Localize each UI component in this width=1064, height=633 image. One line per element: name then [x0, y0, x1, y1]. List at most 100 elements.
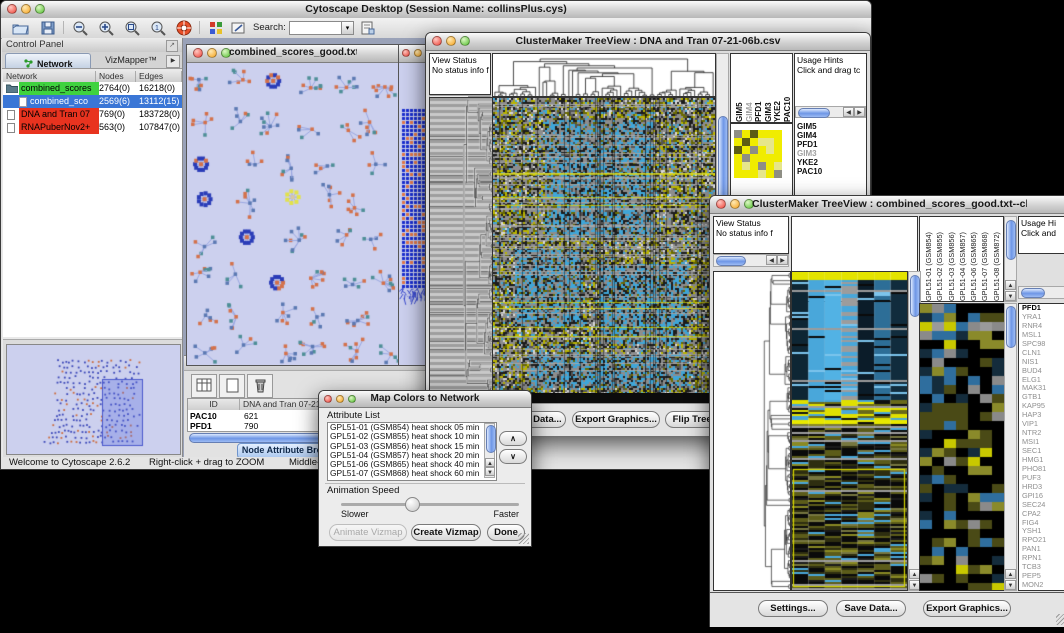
tab-vizmapper[interactable]: VizMapper™ — [94, 53, 168, 68]
vizmap-grid-icon[interactable] — [205, 20, 227, 36]
network-view-canvas[interactable] — [187, 63, 399, 365]
resize-grip[interactable] — [518, 533, 529, 544]
matrix-cell[interactable] — [742, 146, 750, 154]
close-icon[interactable] — [193, 48, 203, 58]
matrix-cell[interactable] — [734, 146, 742, 154]
close-icon[interactable] — [402, 49, 410, 57]
attribute-listbox[interactable]: GPL51-01 (GSM854) heat shock 05 minGPL51… — [327, 422, 497, 481]
tv2-gene-list[interactable]: PFD1YRA1RNR4MSL1SPC98CLN1NIS1BUD4ELG1MAK… — [1018, 303, 1064, 591]
matrix-cell[interactable] — [774, 162, 782, 170]
float-panel-icon[interactable]: ↗ — [166, 40, 178, 52]
matrix-cell[interactable] — [750, 154, 758, 162]
matrix-cell[interactable] — [742, 138, 750, 146]
zoom-window-icon[interactable] — [348, 395, 356, 403]
export-graphics-button[interactable]: Export Graphics... — [923, 600, 1011, 617]
matrix-cell[interactable] — [774, 146, 782, 154]
matrix-cell[interactable] — [750, 170, 758, 178]
tv2-labels-vscrollbar[interactable]: ▲ ▼ — [1004, 216, 1017, 302]
settings-button[interactable]: Settings... — [758, 600, 828, 617]
tv1-column-dendrogram-canvas[interactable] — [492, 53, 716, 97]
table-row-selected[interactable]: combined_sco 2569(6) 13112(15) — [3, 95, 182, 108]
treeview2-title-bar[interactable]: ClusterMaker TreeView : combined_scores_… — [710, 196, 1064, 214]
attribute-list-vscrollbar[interactable]: ▲ ▼ — [484, 423, 495, 478]
tv1-usage-hscrollbar[interactable]: ◀ ▶ — [795, 106, 866, 118]
tv2-zoom-vscrollbar[interactable]: ▲ ▼ — [1004, 303, 1017, 591]
open-file-icon[interactable] — [9, 20, 31, 36]
move-down-button[interactable]: ∨ — [499, 449, 527, 464]
network-window-title-bar[interactable]: combined_scores_good.txt--cluste... — [187, 45, 399, 63]
animation-speed-slider[interactable] — [341, 503, 519, 506]
zoom-out-icon[interactable] — [69, 20, 91, 36]
matrix-cell[interactable] — [734, 154, 742, 162]
slider-thumb[interactable] — [405, 497, 420, 512]
matrix-cell[interactable] — [758, 146, 766, 154]
tab-overflow-icon[interactable]: ▶ — [166, 55, 180, 68]
matrix-cell[interactable] — [766, 170, 774, 178]
minimize-icon[interactable] — [414, 49, 422, 57]
tv2-usage-hscrollbar[interactable] — [1018, 286, 1064, 299]
tv2-heatmap-canvas[interactable] — [791, 271, 908, 591]
minimize-icon[interactable] — [730, 199, 740, 209]
network-list-empty-area[interactable] — [3, 134, 182, 337]
tab-network[interactable]: Network — [5, 53, 91, 68]
save-data-button[interactable]: Save Data... — [836, 600, 906, 617]
matrix-cell[interactable] — [758, 154, 766, 162]
new-attribute-icon[interactable] — [219, 374, 245, 398]
col-header-edges[interactable]: Edges — [136, 71, 182, 82]
zoom-in-icon[interactable] — [95, 20, 117, 36]
table-row[interactable]: combined_scores 2764(0) 16218(0) — [3, 82, 182, 95]
resize-grip[interactable] — [1056, 614, 1064, 625]
zoom-fit-icon[interactable] — [121, 20, 143, 36]
search-options-icon[interactable] — [357, 20, 379, 36]
matrix-cell[interactable] — [734, 162, 742, 170]
minimize-icon[interactable] — [446, 36, 456, 46]
matrix-cell[interactable] — [734, 130, 742, 138]
tv1-row-dendrogram-canvas[interactable] — [429, 97, 493, 395]
close-icon[interactable] — [324, 395, 332, 403]
matrix-cell[interactable] — [766, 162, 774, 170]
table-row[interactable]: DNA and Tran 07 769(0) 183728(0) — [3, 108, 182, 121]
matrix-cell[interactable] — [742, 130, 750, 138]
matrix-cell[interactable] — [774, 154, 782, 162]
matrix-cell[interactable] — [758, 130, 766, 138]
search-input[interactable] — [289, 21, 343, 35]
matrix-cell[interactable] — [758, 138, 766, 146]
matrix-cell[interactable] — [758, 162, 766, 170]
matrix-cell[interactable] — [742, 162, 750, 170]
tv1-heatmap-canvas[interactable] — [492, 97, 716, 395]
matrix-cell[interactable] — [734, 170, 742, 178]
main-title-bar[interactable]: Cytoscape Desktop (Session Name: collins… — [1, 1, 871, 19]
attribute-list-item[interactable]: GPL51-07 (GSM868) heat shock 60 min — [328, 469, 496, 478]
close-icon[interactable] — [7, 4, 17, 14]
col-header-id[interactable]: ID — [188, 399, 240, 410]
matrix-cell[interactable] — [734, 138, 742, 146]
close-icon[interactable] — [716, 199, 726, 209]
matrix-cell[interactable] — [774, 138, 782, 146]
minimize-icon[interactable] — [21, 4, 31, 14]
export-graphics-button[interactable]: Export Graphics... — [572, 411, 660, 428]
matrix-cell[interactable] — [750, 162, 758, 170]
tv1-zoom-heatmap-matrix[interactable] — [734, 130, 782, 178]
matrix-cell[interactable] — [766, 154, 774, 162]
network-overview-canvas[interactable] — [6, 344, 181, 455]
matrix-cell[interactable] — [774, 170, 782, 178]
matrix-cell[interactable] — [758, 170, 766, 178]
treeview1-title-bar[interactable]: ClusterMaker TreeView : DNA and Tran 07-… — [426, 33, 870, 51]
minimize-icon[interactable] — [336, 395, 344, 403]
matrix-cell[interactable] — [742, 170, 750, 178]
delete-attribute-trash-icon[interactable] — [247, 374, 273, 398]
dialog-title-bar[interactable]: Map Colors to Network — [319, 391, 531, 408]
move-up-button[interactable]: ∧ — [499, 431, 527, 446]
close-icon[interactable] — [432, 36, 442, 46]
matrix-cell[interactable] — [750, 130, 758, 138]
col-header-network[interactable]: Network — [3, 71, 96, 82]
minimize-icon[interactable] — [207, 48, 217, 58]
matrix-cell[interactable] — [766, 138, 774, 146]
matrix-cell[interactable] — [750, 138, 758, 146]
gene-label[interactable]: MON2 — [1019, 581, 1064, 590]
matrix-cell[interactable] — [766, 146, 774, 154]
tv2-status-hscrollbar[interactable]: ◀ ▶ — [713, 254, 789, 267]
search-dropdown-icon[interactable]: ▾ — [341, 21, 354, 35]
matrix-cell[interactable] — [742, 154, 750, 162]
annotation-icon[interactable] — [227, 20, 249, 36]
